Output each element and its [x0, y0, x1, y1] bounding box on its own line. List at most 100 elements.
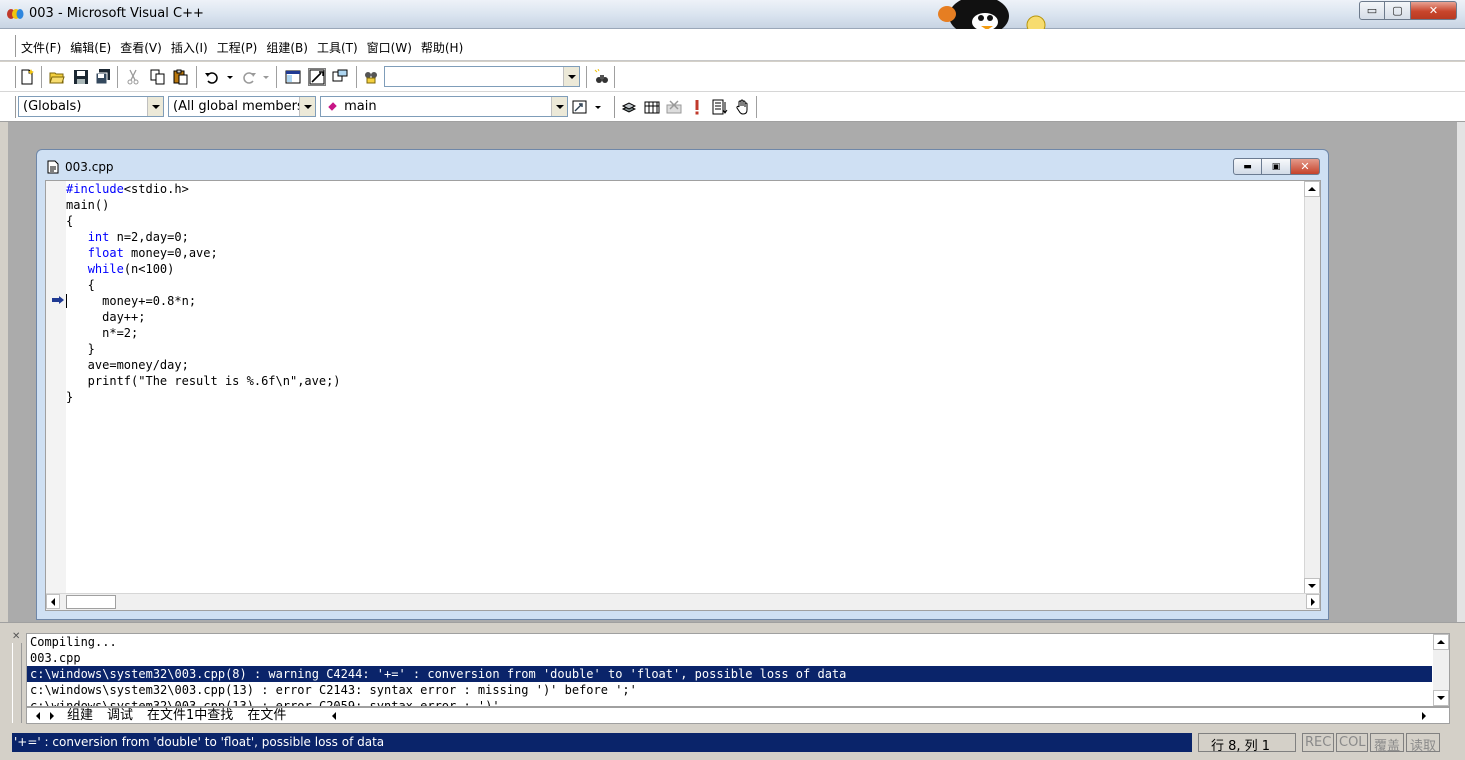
editor-vertical-scrollbar[interactable] — [1304, 181, 1320, 594]
build-button[interactable] — [643, 98, 661, 116]
tab-find-in-files-1[interactable]: 在文件1中查找 — [141, 708, 239, 723]
output-line[interactable]: 003.cpp — [27, 650, 1449, 666]
maximize-button[interactable]: ▢ — [1385, 1, 1411, 20]
code-line[interactable]: day++; — [66, 309, 341, 325]
tab-build[interactable]: 组建 — [61, 708, 99, 723]
members-combo[interactable]: (All global members — [168, 96, 316, 117]
tab-debug[interactable]: 调试 — [101, 708, 139, 723]
output-vertical-scrollbar[interactable] — [1433, 634, 1449, 706]
code-line[interactable]: } — [66, 341, 341, 357]
document-minimize-button[interactable]: ▬ — [1233, 158, 1262, 175]
code-line[interactable]: printf("The result is %.6f\n",ave;) — [66, 373, 341, 389]
code-line[interactable]: money+=0.8*n; — [66, 293, 341, 309]
code-line[interactable]: ave=money/day; — [66, 357, 341, 373]
members-combo-dropdown[interactable] — [299, 97, 315, 116]
toolbar-grip[interactable] — [611, 96, 615, 118]
tab-scroll-left-button[interactable] — [33, 709, 43, 722]
go-button[interactable] — [711, 98, 729, 116]
redo-dropdown-arrow[interactable] — [263, 76, 269, 79]
function-combo-dropdown[interactable] — [551, 97, 567, 116]
menu-project[interactable]: 工程(P) — [217, 39, 258, 56]
menu-file[interactable]: 文件(F) — [21, 39, 61, 56]
code-editor[interactable]: #include<stdio.h> main(){ int n=2,day=0; … — [45, 180, 1321, 611]
save-button[interactable] — [72, 68, 90, 86]
tab-find-in-files-2[interactable]: 在文件 — [241, 708, 292, 723]
scope-combo[interactable]: (Globals) — [18, 96, 164, 117]
menu-window[interactable]: 窗口(W) — [367, 39, 412, 56]
scroll-down-button[interactable] — [1304, 578, 1320, 594]
output-lines[interactable]: Compiling... 003.cpp c:\windows\system32\0… — [27, 634, 1449, 706]
toolbar-grip[interactable] — [12, 96, 16, 118]
cut-button[interactable] — [124, 68, 142, 86]
minimize-button[interactable]: ▭ — [1359, 1, 1385, 20]
code-line[interactable]: #include<stdio.h> — [66, 181, 341, 197]
find-in-files-button[interactable] — [362, 68, 380, 86]
horizontal-scroll-thumb[interactable] — [66, 595, 116, 609]
output-scroll-up-button[interactable] — [1433, 634, 1449, 650]
redo-button[interactable] — [240, 68, 258, 86]
breakpoint-button[interactable] — [734, 98, 752, 116]
code-line[interactable]: main() — [66, 197, 341, 213]
tabs-hscroll-right-button[interactable] — [1419, 709, 1429, 722]
window-list-button[interactable] — [331, 68, 349, 86]
code-line[interactable]: int n=2,day=0; — [66, 229, 341, 245]
paste-button[interactable] — [172, 68, 190, 86]
code-text[interactable]: #include<stdio.h> main(){ int n=2,day=0; … — [66, 181, 341, 405]
output-line[interactable]: c:\windows\system32\003.cpp(13) : error … — [27, 682, 1449, 698]
workspace-button[interactable] — [284, 68, 302, 86]
menu-view[interactable]: 查看(V) — [120, 39, 162, 56]
output-scroll-down-button[interactable] — [1433, 690, 1449, 706]
tab-scroll-right-button[interactable] — [47, 709, 57, 722]
scope-combo-dropdown[interactable] — [147, 97, 163, 116]
output-line[interactable]: c:\windows\system32\003.cpp(13) : error … — [27, 698, 1449, 706]
output-grip[interactable] — [12, 643, 22, 723]
code-token: n*=2; — [66, 326, 139, 340]
wizardbar-action-button[interactable] — [571, 98, 589, 116]
code-line[interactable]: { — [66, 277, 341, 293]
compile-button[interactable] — [620, 98, 638, 116]
menu-build[interactable]: 组建(B) — [266, 39, 308, 56]
wizardbar-dropdown-arrow[interactable] — [595, 106, 601, 109]
document-restore-button[interactable]: ▣ — [1262, 158, 1291, 175]
output-window-toggle[interactable] — [308, 68, 326, 86]
status-bar: '+=' : conversion from 'double' to 'floa… — [0, 730, 1465, 760]
find-button[interactable] — [592, 68, 610, 86]
stop-build-button[interactable] — [665, 98, 683, 116]
code-line[interactable]: { — [66, 213, 341, 229]
code-line[interactable]: } — [66, 389, 341, 405]
function-combo[interactable]: main — [320, 96, 568, 117]
copy-button[interactable] — [149, 68, 167, 86]
menu-help[interactable]: 帮助(H) — [421, 39, 463, 56]
output-line[interactable]: Compiling... — [27, 634, 1449, 650]
open-button[interactable] — [48, 68, 66, 86]
save-all-button[interactable] — [94, 68, 112, 86]
scroll-right-button[interactable] — [1306, 594, 1320, 609]
output-line[interactable]: c:\windows\system32\003.cpp(8) : warning… — [27, 666, 1432, 682]
menu-tools[interactable]: 工具(T) — [317, 39, 358, 56]
editor-horizontal-scrollbar[interactable] — [46, 593, 1320, 610]
tabs-hscroll-left-button[interactable] — [329, 709, 339, 722]
new-file-button[interactable] — [18, 68, 36, 86]
scroll-left-button[interactable] — [46, 594, 60, 609]
document-close-button[interactable]: ✕ — [1291, 158, 1320, 175]
editor-gutter[interactable] — [46, 181, 66, 594]
code-line[interactable]: while(n<100) — [66, 261, 341, 277]
code-line[interactable]: float money=0,ave; — [66, 245, 341, 261]
close-button[interactable]: ✕ — [1411, 1, 1457, 20]
find-combo[interactable] — [384, 66, 580, 87]
menu-grip[interactable] — [12, 35, 16, 57]
output-window[interactable]: Compiling... 003.cpp c:\windows\system32\0… — [26, 633, 1450, 707]
code-line[interactable]: n*=2; — [66, 325, 341, 341]
execute-button[interactable] — [688, 98, 706, 116]
arrow-up-icon — [1308, 187, 1316, 191]
toolbar-grip[interactable] — [12, 66, 16, 88]
scroll-up-button[interactable] — [1304, 181, 1320, 197]
mdi-vertical-scrollbar[interactable] — [1457, 122, 1465, 622]
find-combo-dropdown[interactable] — [563, 67, 579, 86]
menu-insert[interactable]: 插入(I) — [171, 39, 208, 56]
menu-edit[interactable]: 编辑(E) — [70, 39, 111, 56]
undo-dropdown-arrow[interactable] — [227, 76, 233, 79]
undo-button[interactable] — [203, 68, 221, 86]
title-bar[interactable]: 003 - Microsoft Visual C++ 10 ▭ ▢ ✕ — [0, 0, 1465, 44]
output-close-icon[interactable]: ✕ — [12, 631, 20, 642]
